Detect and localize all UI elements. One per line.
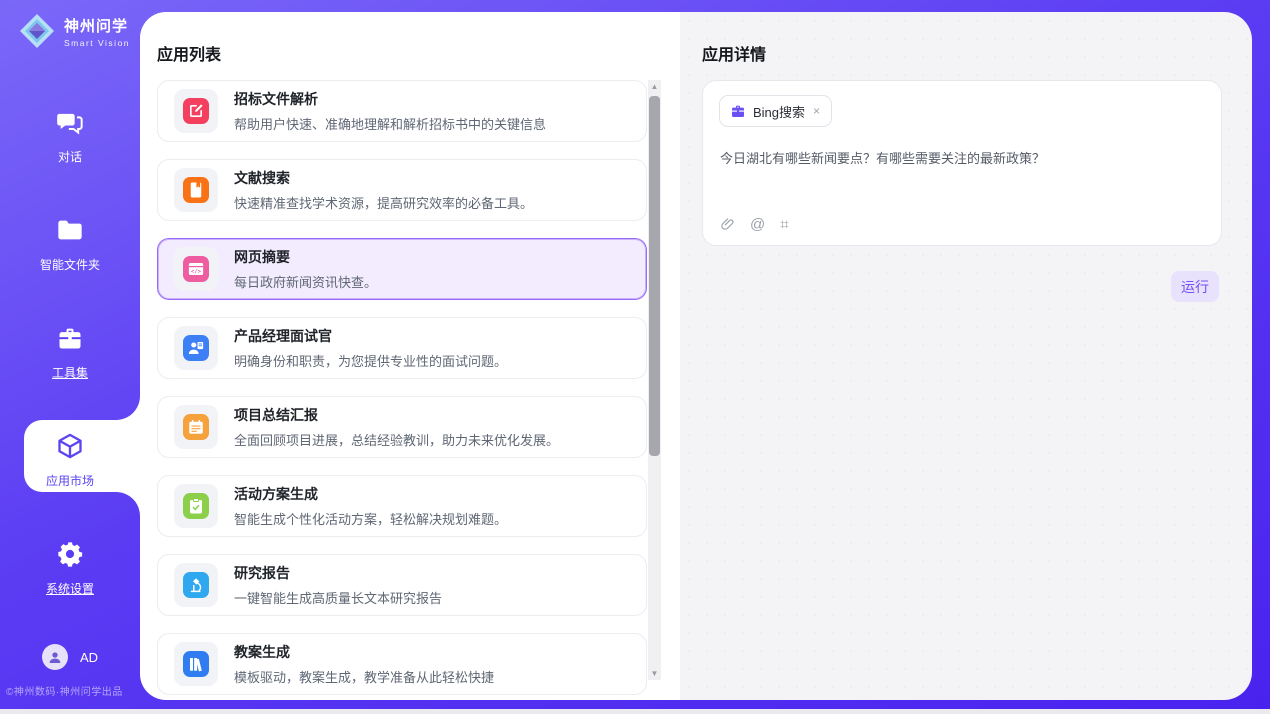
books-icon [183, 651, 209, 677]
list-scrollbar[interactable]: ▲ ▼ [648, 80, 661, 680]
app-card-project-summary[interactable]: 项目总结汇报 全面回顾项目进展，总结经验教训，助力未来优化发展。 [157, 396, 647, 458]
scroll-down-arrow-icon[interactable]: ▼ [648, 667, 661, 680]
edit-square-icon [183, 98, 209, 124]
app-detail-title: 应用详情 [702, 41, 766, 65]
app-list-title: 应用列表 [157, 41, 221, 65]
prompt-text-area[interactable]: 今日湖北有哪些新闻要点？有哪些需要关注的最新政策？ [720, 149, 1205, 169]
sidebar-item-label: 系统设置 [0, 580, 140, 597]
app-card-title: 活动方案生成 [234, 484, 507, 504]
tool-chip-label: Bing搜索 [753, 102, 805, 121]
scroll-up-arrow-icon[interactable]: ▲ [648, 80, 661, 93]
app-card-title: 教案生成 [234, 642, 494, 662]
sidebar-item-label: 应用市场 [0, 472, 140, 489]
chat-icon [56, 108, 84, 136]
app-card-pm-interviewer[interactable]: 产品经理面试官 明确身份和职责，为您提供专业性的面试问题。 [157, 317, 647, 379]
app-list-panel: 应用列表 招标文件解析 帮助用户快速、准确地理解和解析招标书中的关键信息 文献搜… [140, 12, 680, 700]
app-card-description: 一键智能生成高质量长文本研究报告 [234, 588, 442, 607]
app-card-description: 模板驱动，教案生成，教学准备从此轻松快捷 [234, 667, 494, 686]
app-card-title: 产品经理面试官 [234, 326, 507, 346]
at-icon[interactable]: @ [750, 217, 765, 232]
app-card-web-summary[interactable]: </> 网页摘要 每日政府新闻资讯快查。 [157, 238, 647, 300]
app-card-description: 智能生成个性化活动方案，轻松解决规划难题。 [234, 509, 507, 528]
svg-text:</>: </> [191, 269, 202, 275]
app-card-research-report[interactable]: 研究报告 一键智能生成高质量长文本研究报告 [157, 554, 647, 616]
sidebar-item-label: 工具集 [0, 364, 140, 381]
app-card-title: 项目总结汇报 [234, 405, 559, 425]
hash-icon[interactable]: ⌗ [780, 217, 788, 232]
paperclip-icon[interactable] [720, 217, 735, 232]
brand-logo: 神州问学 Smart Vision [18, 12, 130, 50]
avatar [42, 644, 68, 670]
app-card-literature-search[interactable]: 文献搜索 快速精准查找学术资源，提高研究效率的必备工具。 [157, 159, 647, 221]
person-icon [47, 649, 63, 665]
app-card-tender-analysis[interactable]: 招标文件解析 帮助用户快速、准确地理解和解析招标书中的关键信息 [157, 80, 647, 142]
sidebar-item-label: 智能文件夹 [0, 256, 140, 273]
app-card-title: 招标文件解析 [234, 89, 546, 109]
prompt-card: Bing搜索 × 今日湖北有哪些新闻要点？有哪些需要关注的最新政策？ @ ⌗ [702, 80, 1222, 246]
app-card-lesson-plan[interactable]: 教案生成 模板驱动，教案生成，教学准备从此轻松快捷 [157, 633, 647, 695]
copyright-footer: ©神州数码·神州问学出品 [6, 683, 138, 698]
app-card-description: 快速精准查找学术资源，提高研究效率的必备工具。 [234, 193, 533, 212]
sidebar-item-label: 对话 [0, 148, 140, 165]
briefcase-icon [730, 103, 746, 119]
app-card-list: 招标文件解析 帮助用户快速、准确地理解和解析招标书中的关键信息 文献搜索 快速精… [157, 80, 647, 700]
sidebar: 神州问学 Smart Vision 对话 智能文件夹 工具集 应用市场 [0, 0, 140, 714]
user-account[interactable]: AD [0, 644, 140, 670]
app-card-description: 明确身份和职责，为您提供专业性的面试问题。 [234, 351, 507, 370]
folder-icon [56, 216, 84, 244]
sidebar-item-toolset[interactable]: 工具集 [0, 324, 140, 381]
bottom-edge-strip [0, 709, 1270, 714]
attachment-toolbar: @ ⌗ [720, 217, 789, 232]
app-card-title: 文献搜索 [234, 168, 533, 188]
cube-icon [56, 432, 84, 460]
brand-name: 神州问学 [64, 15, 130, 36]
sidebar-item-chat[interactable]: 对话 [0, 108, 140, 165]
app-card-event-plan[interactable]: 活动方案生成 智能生成个性化活动方案，轻松解决规划难题。 [157, 475, 647, 537]
interviewer-icon [183, 335, 209, 361]
app-card-description: 每日政府新闻资讯快查。 [234, 272, 377, 291]
app-card-title: 研究报告 [234, 563, 442, 583]
close-icon[interactable]: × [812, 104, 821, 118]
gear-icon [56, 540, 84, 568]
scrollbar-thumb[interactable] [649, 96, 660, 456]
brand-subtitle: Smart Vision [64, 38, 130, 48]
run-button[interactable]: 运行 [1171, 271, 1219, 302]
user-initials: AD [80, 650, 98, 665]
app-card-description: 帮助用户快速、准确地理解和解析招标书中的关键信息 [234, 114, 546, 133]
clipboard-check-icon [183, 493, 209, 519]
tool-chip-bing-search[interactable]: Bing搜索 × [719, 95, 832, 127]
app-card-title: 网页摘要 [234, 247, 377, 267]
sidebar-item-app-market[interactable]: 应用市场 [0, 432, 140, 489]
toolbox-icon [56, 324, 84, 352]
app-detail-panel: 应用详情 Bing搜索 × 今日湖北有哪些新闻要点？有哪些需要关注的最新政策？ … [680, 12, 1252, 700]
book-icon [183, 177, 209, 203]
app-card-description: 全面回顾项目进展，总结经验教训，助力未来优化发展。 [234, 430, 559, 449]
diamond-gem-icon [18, 12, 56, 50]
sidebar-item-settings[interactable]: 系统设置 [0, 540, 140, 597]
research-icon [183, 572, 209, 598]
sidebar-item-smart-folders[interactable]: 智能文件夹 [0, 216, 140, 273]
calendar-note-icon [183, 414, 209, 440]
browser-code-icon: </> [183, 256, 209, 282]
